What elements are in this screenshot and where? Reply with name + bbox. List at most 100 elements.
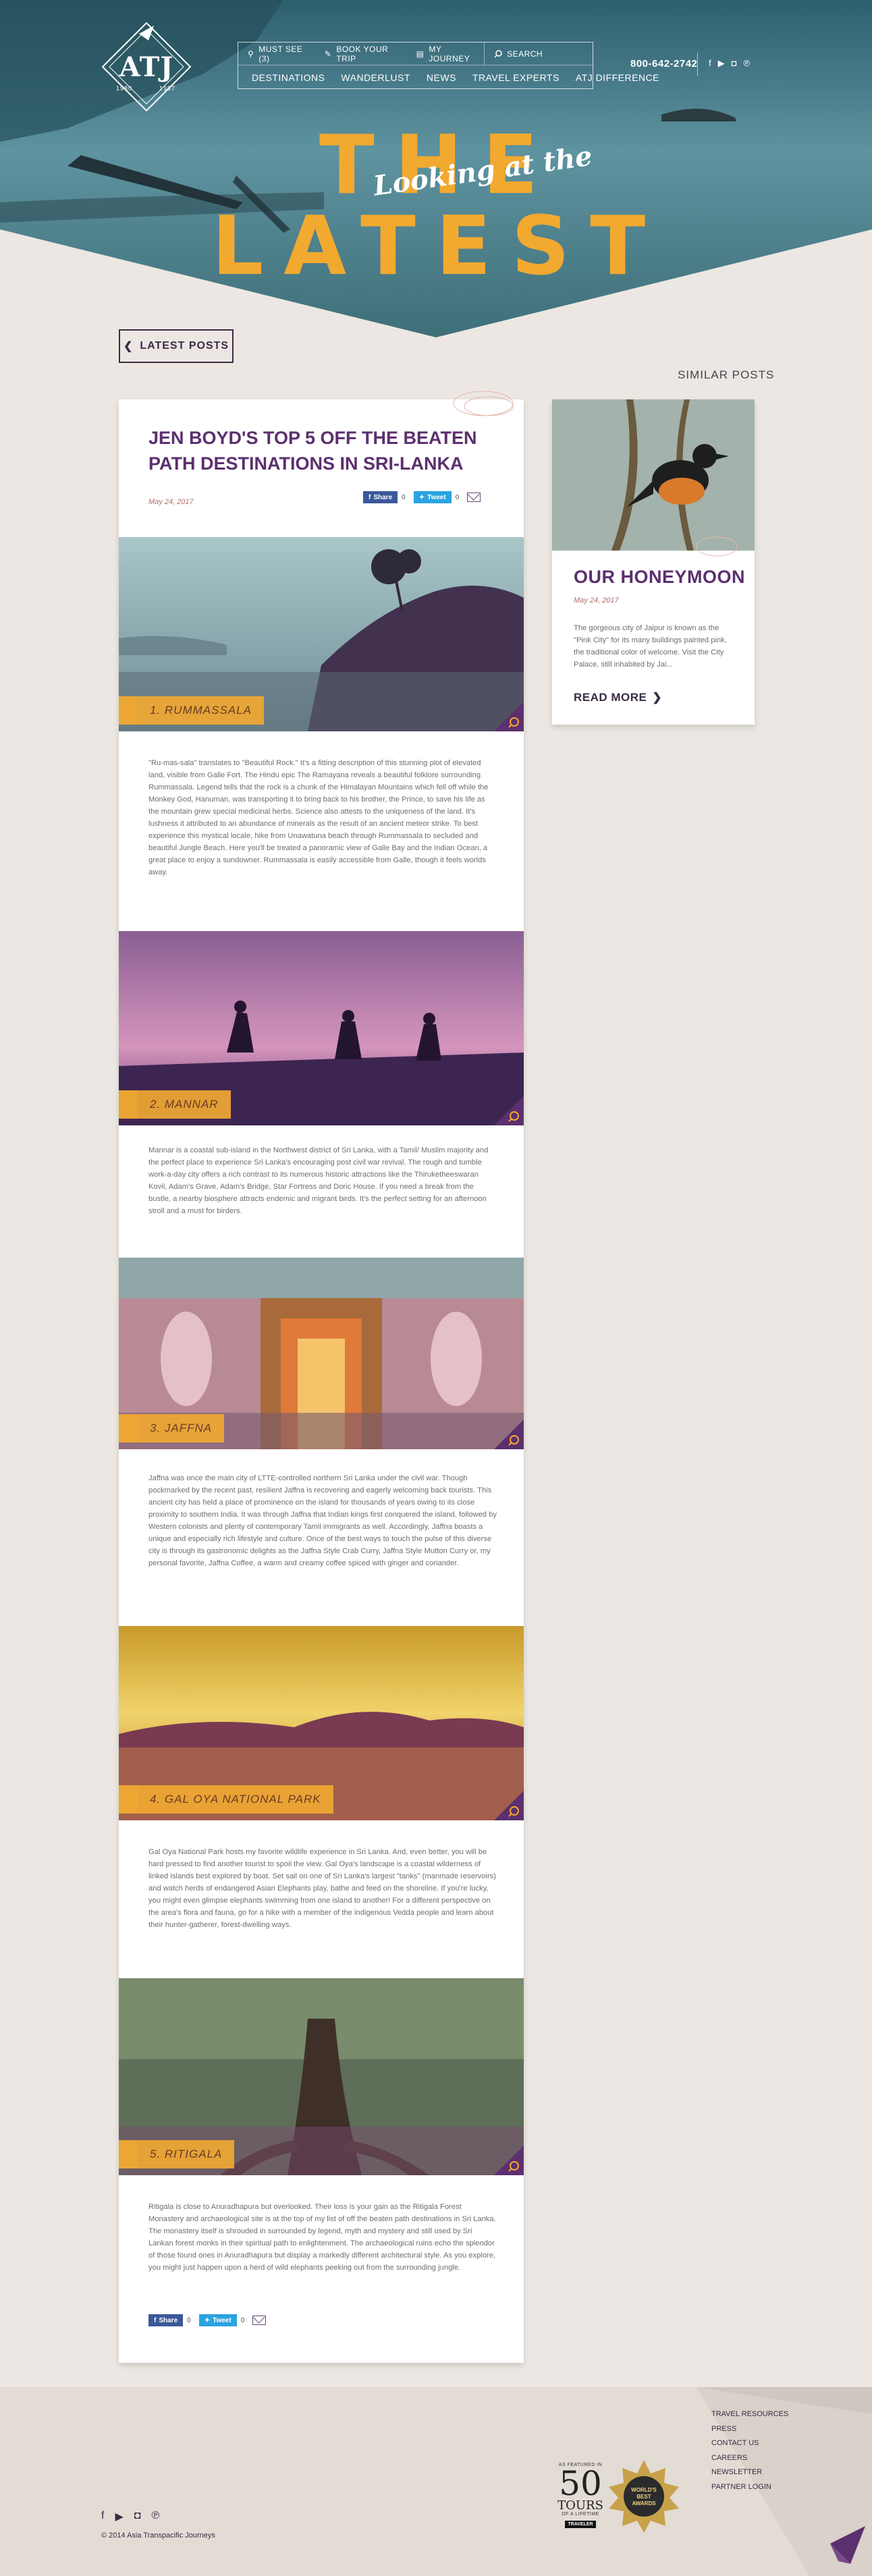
badge-sub: OF A LIFETIME	[562, 2512, 599, 2517]
tweet-button[interactable]: ✦ Tweet	[198, 2314, 237, 2326]
facebook-share-count: 0	[187, 2316, 191, 2324]
primary-nav: DESTINATIONS WANDERLUST NEWS TRAVEL EXPE…	[238, 65, 659, 90]
article-date: May 24, 2017	[148, 498, 194, 506]
phone-number[interactable]: 800-642-2742	[630, 58, 697, 69]
youtube-icon[interactable]: ▶	[718, 58, 725, 69]
section-label: 5. RITIGALA	[119, 2140, 235, 2168]
logo-text: ATJ	[119, 51, 174, 83]
journal-icon: ▤	[416, 49, 425, 59]
facebook-share-button[interactable]: f Share	[148, 2314, 184, 2326]
instagram-icon[interactable]: ◘	[134, 2510, 141, 2523]
tweet-label: Tweet	[213, 2316, 231, 2324]
latest-posts-label: LATEST POSTS	[140, 340, 229, 352]
nav-atj-difference[interactable]: ATJ DIFFERENCE	[568, 72, 667, 83]
search-icon	[494, 49, 502, 58]
decorative-swirl-icon	[453, 391, 514, 416]
pinterest-icon[interactable]: ℗	[743, 58, 750, 69]
nav-travel-experts[interactable]: TRAVEL EXPERTS	[464, 72, 568, 83]
utility-nav: ⚲ MUST SEE (3) ✎ BOOK YOUR TRIP ▤ MY JOU…	[238, 43, 593, 65]
footer-links: TRAVEL RESOURCES PRESS CONTACT US CAREER…	[711, 2407, 788, 2494]
footer-link-contact-us[interactable]: CONTACT US	[711, 2436, 788, 2451]
section-text: Ritigala is close to Anuradhapura but ov…	[148, 2203, 496, 2272]
tweet-count: 0	[240, 2316, 245, 2324]
header-divider	[697, 53, 698, 76]
nav-destinations[interactable]: DESTINATIONS	[244, 72, 333, 83]
footer-link-travel-resources[interactable]: TRAVEL RESOURCES	[711, 2407, 788, 2422]
similar-posts-heading: SIMILAR POSTS	[678, 368, 775, 381]
copyright: © 2014 Asia Transpacific Journeys	[101, 2531, 215, 2540]
email-share-icon[interactable]	[252, 2316, 267, 2325]
similar-post-title[interactable]: OUR HONEYMOON	[574, 567, 745, 588]
similar-post-excerpt: The gorgeous city of Jaipur is known as …	[574, 624, 727, 669]
section-gal-oya: 4. GAL OYA NATIONAL PARK Gal Oya Nationa…	[119, 1626, 524, 1977]
main-navigation: ⚲ MUST SEE (3) ✎ BOOK YOUR TRIP ▤ MY JOU…	[238, 42, 659, 90]
footer-link-careers[interactable]: CAREERS	[711, 2451, 788, 2466]
section-text: Mannar is a coastal sub-island in the No…	[148, 1146, 489, 1215]
footer-link-newsletter[interactable]: NEWSLETTER	[711, 2465, 788, 2480]
article-title: JEN BOYD'S TOP 5 OFF THE BEATEN PATH DES…	[148, 428, 477, 474]
similar-post-card[interactable]: OUR HONEYMOON May 24, 2017 The gorgeous …	[552, 399, 755, 725]
must-see-label: MUST SEE (3)	[258, 44, 303, 63]
share-bar-top: f Share 0 ✦ Tweet 0	[363, 491, 481, 503]
share-bar-bottom: f Share 0 ✦ Tweet 0	[148, 2314, 267, 2326]
book-trip-link[interactable]: ✎ BOOK YOUR TRIP	[315, 43, 407, 65]
decorative-swirl-icon	[696, 536, 738, 557]
badge-tours: TOURS	[557, 2498, 603, 2513]
facebook-share-label: Share	[373, 493, 393, 501]
zoom-icon[interactable]	[494, 2146, 524, 2175]
instagram-icon[interactable]: ◘	[732, 58, 737, 69]
facebook-icon[interactable]: f	[709, 58, 711, 69]
twitter-icon: ✦	[418, 493, 425, 501]
read-more-link[interactable]: READ MORE ❯	[574, 691, 662, 704]
email-share-icon[interactable]	[467, 493, 481, 502]
tours-of-a-lifetime-badge: AS FEATURED IN 50 TOURS OF A LIFETIME TR…	[552, 2463, 609, 2544]
hero-title: THE LATEST	[211, 119, 666, 293]
award-line2: BEST	[636, 2494, 651, 2500]
zoom-icon[interactable]	[494, 702, 524, 731]
award-line3: AWARDS	[632, 2500, 656, 2507]
zoom-icon[interactable]	[494, 1420, 524, 1449]
book-trip-label: BOOK YOUR TRIP	[336, 44, 389, 63]
my-journey-label: MY JOURNEY	[429, 44, 470, 63]
tweet-button[interactable]: ✦ Tweet	[413, 491, 452, 503]
pencil-icon: ✎	[324, 49, 332, 59]
section-text: Jaffna was once the main city of LTTE-co…	[148, 1474, 497, 1567]
section-label: 1. RUMMASSALA	[119, 696, 264, 725]
zoom-icon[interactable]	[494, 1791, 524, 1820]
section-ritigala: 5. RITIGALA Ritigala is close to Anuradh…	[119, 1978, 524, 2356]
logo-year-left: 1980	[116, 85, 133, 92]
footer: f ▶ ◘ ℗ © 2014 Asia Transpacific Journey…	[0, 2387, 872, 2576]
similar-post-photo	[552, 399, 755, 551]
facebook-share-label: Share	[159, 2316, 178, 2324]
read-more-label: READ MORE	[574, 691, 647, 704]
facebook-share-button[interactable]: f Share	[363, 491, 398, 503]
my-journey-link[interactable]: ▤ MY JOURNEY	[407, 43, 485, 65]
section-label: 4. GAL OYA NATIONAL PARK	[119, 1785, 333, 1814]
search-label: SEARCH	[507, 49, 543, 59]
tweet-label: Tweet	[427, 493, 446, 501]
pinterest-icon[interactable]: ℗	[151, 2510, 159, 2523]
award-line1: WORLD'S	[631, 2487, 657, 2493]
chevron-left-icon: ❮	[123, 341, 134, 352]
badge-magazine: TRAVELER	[565, 2521, 596, 2528]
footer-link-partner-login[interactable]: PARTNER LOGIN	[711, 2480, 788, 2495]
section-rummassala: 1. RUMMASSALA "Ru-mas-sala" translates t…	[119, 537, 524, 915]
section-text: "Ru-mas-sala" translates to "Beautiful R…	[148, 759, 489, 876]
footer-link-press[interactable]: PRESS	[711, 2422, 788, 2437]
youtube-icon[interactable]: ▶	[115, 2510, 123, 2523]
tweet-count: 0	[455, 493, 460, 501]
chevron-right-icon: ❯	[652, 691, 663, 704]
nav-news[interactable]: NEWS	[418, 72, 464, 83]
article-card: JEN BOYD'S TOP 5 OFF THE BEATEN PATH DES…	[119, 391, 524, 2363]
zoom-icon[interactable]	[494, 1096, 524, 1125]
site-logo[interactable]: ATJ 1980 1987	[100, 20, 193, 113]
facebook-icon[interactable]: f	[101, 2510, 104, 2523]
nav-wanderlust[interactable]: WANDERLUST	[333, 72, 418, 83]
latest-posts-button[interactable]: ❮ LATEST POSTS	[119, 329, 234, 363]
section-text: Gal Oya National Park hosts my favorite …	[148, 1848, 497, 1929]
search-input[interactable]: SEARCH	[484, 43, 593, 65]
facebook-icon: f	[154, 2316, 157, 2324]
twitter-icon: ✦	[204, 2316, 211, 2324]
hero-banner: ATJ 1980 1987 ⚲ MUST SEE (3) ✎ BOOK YOUR…	[0, 0, 872, 337]
must-see-link[interactable]: ⚲ MUST SEE (3)	[238, 43, 315, 65]
